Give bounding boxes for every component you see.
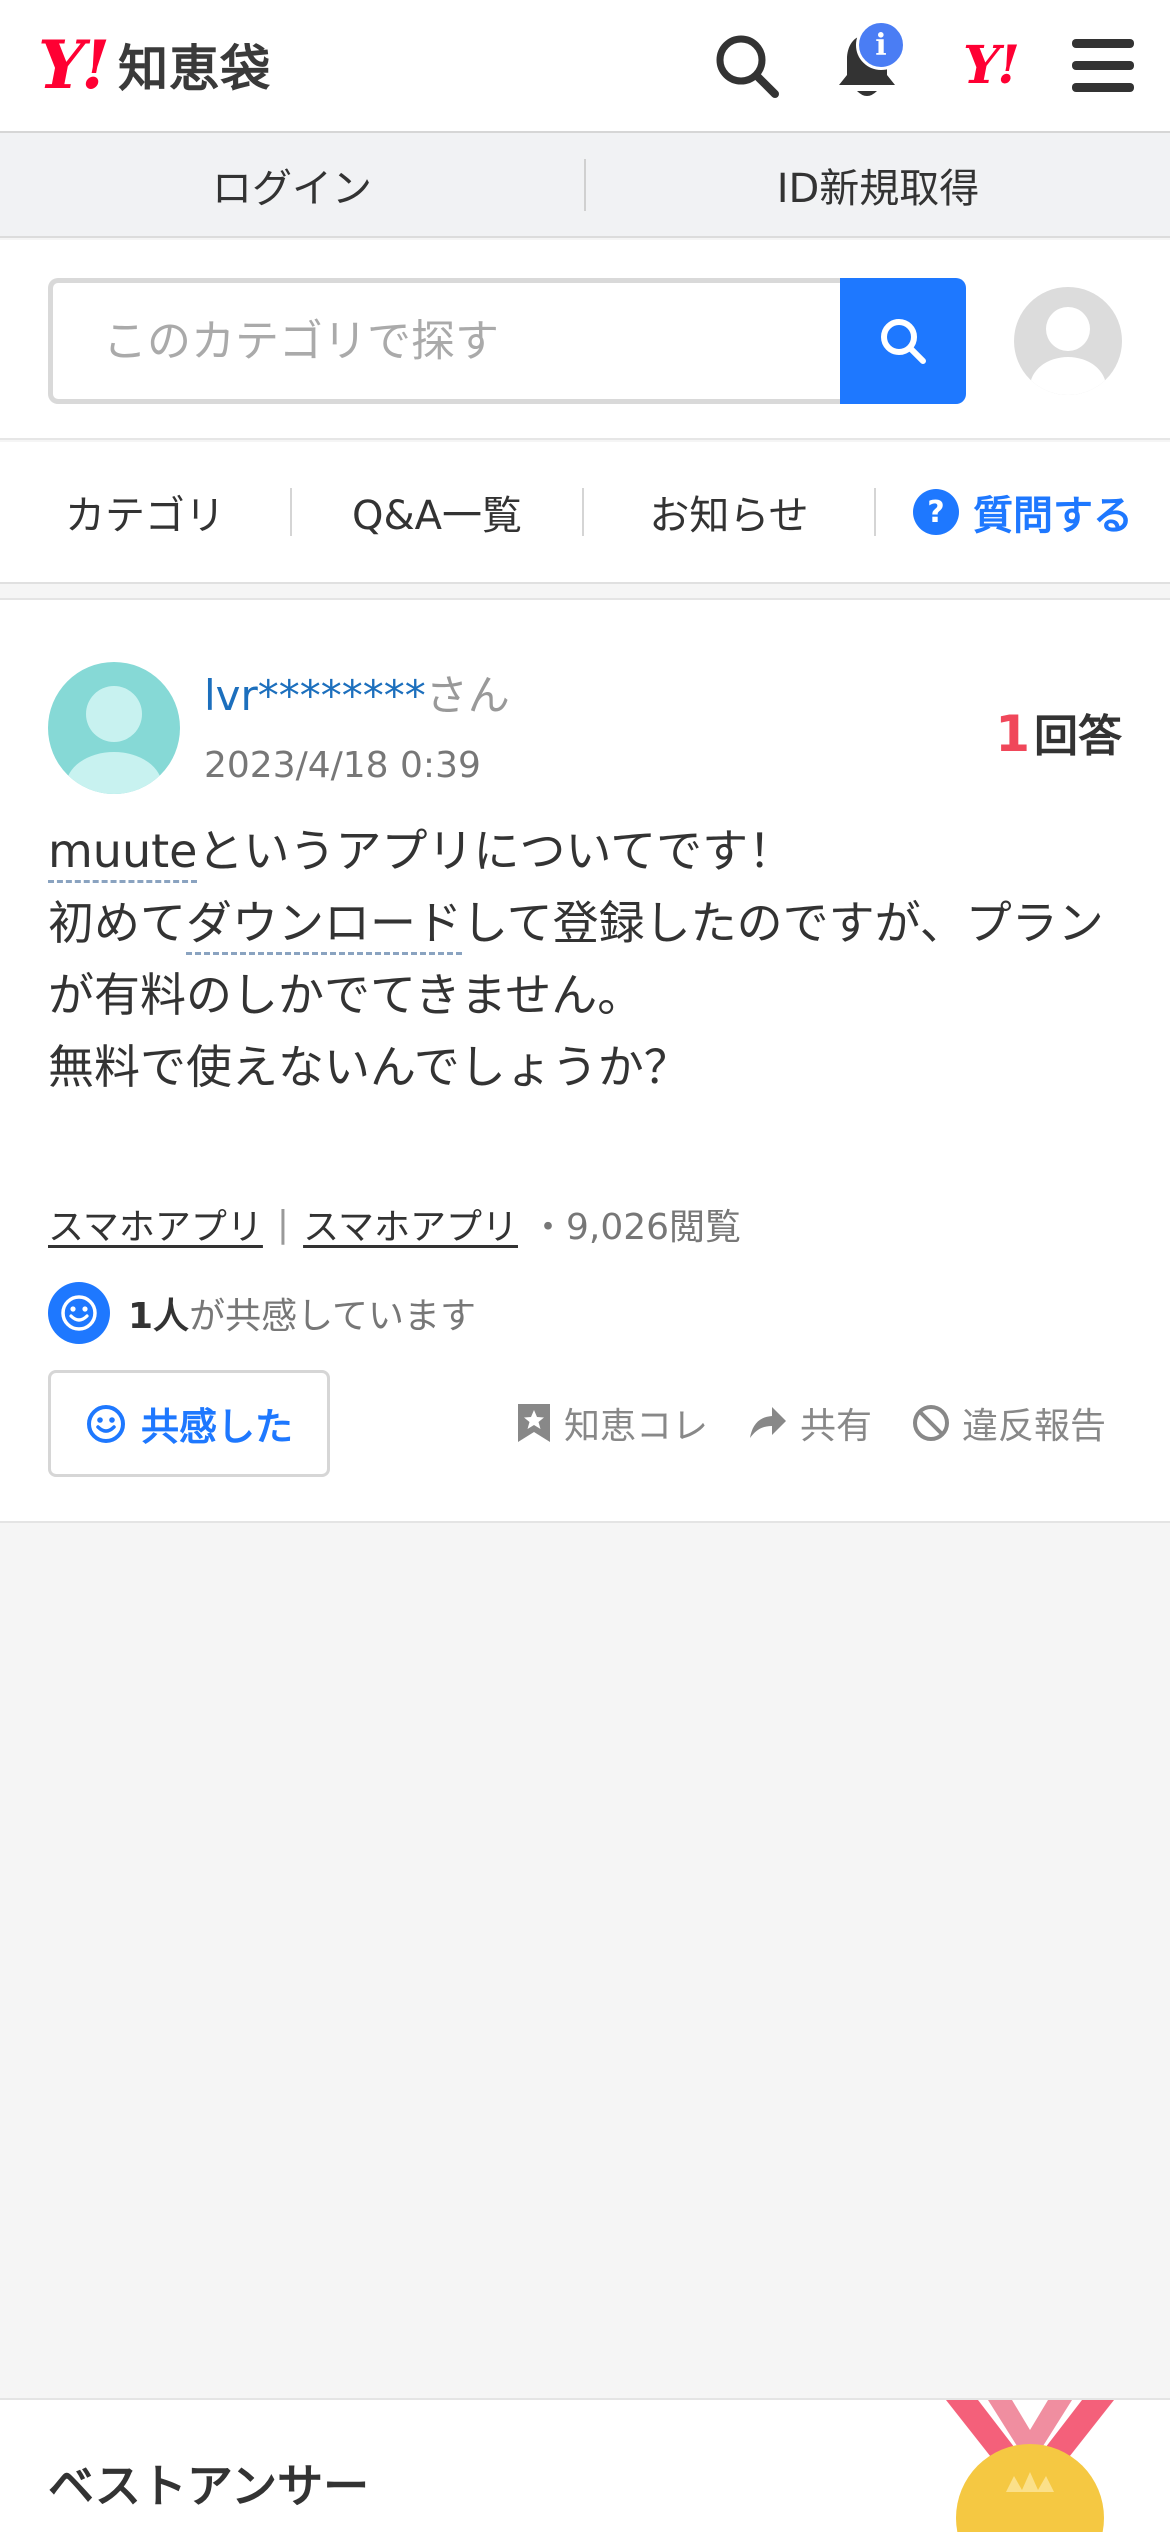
search-button[interactable] [840,278,966,404]
chiebukuro-collection-button[interactable]: 知恵コレ [516,1397,708,1449]
login-bar: ログイン ID新規取得 [0,133,1170,238]
questioner-id: lvr******** [204,671,426,720]
questioner-avatar[interactable] [48,662,180,794]
search-input[interactable] [103,315,843,367]
login-link[interactable]: ログイン [0,133,584,236]
yahoo-top-link[interactable]: Y! [950,28,1030,103]
question-categories: スマホアプリ | スマホアプリ ・9,026閲覧 [48,1198,741,1250]
default-avatar-icon [66,686,162,794]
ask-question-label: 質問する [973,493,1133,539]
question-actions: 知恵コレ 共有 違反報告 [476,1390,1106,1456]
keyword-link[interactable]: muute [48,824,198,883]
category-link[interactable]: スマホアプリ [48,1198,263,1250]
share-label: 共有 [799,1406,872,1447]
user-avatar[interactable] [1014,287,1122,395]
empathy-count-line: 1人 が共感しています [48,1282,476,1344]
logo-text: 知恵袋 [118,40,272,98]
body-text: 無料で使えないんでしょうか？ [48,1040,690,1094]
default-avatar-icon [1030,307,1106,395]
chiebukuro-collection-label: 知恵コレ [563,1406,708,1447]
honorific-suffix: さん [425,671,510,720]
body-text: というアプリについてです！ [197,824,795,878]
notification-badge: i [856,20,906,70]
app-header: Y! 知恵袋 i Y! [0,0,1170,133]
best-answer-title: ベストアンサー [48,2459,370,2513]
smile-icon [86,1404,125,1443]
register-link[interactable]: ID新規取得 [586,133,1170,236]
answer-count-label: 回答 [1034,711,1122,762]
questioner-name[interactable]: lvr********さん [204,662,510,723]
nav-category[interactable]: カテゴリ [0,442,290,582]
empathy-text: が共感しています [189,1296,476,1337]
yahoo-logo-icon: Y! [963,35,1020,96]
answer-count-number: 1 [995,705,1030,763]
body-text: 初めて [48,896,186,950]
ask-question-button[interactable]: ? 質問する [876,442,1170,582]
question-date: 2023/4/18 0:39 [204,745,481,786]
question-body: muuteというアプリについてです！ 初めてダウンロードして登録したのですが、プ… [48,815,1128,1103]
menu-button[interactable] [1068,28,1138,103]
share-arrow-icon [749,1407,786,1438]
keyword-link[interactable]: ダウンロード [186,896,462,955]
empathy-count: 1人 [128,1296,190,1337]
notification-button[interactable]: i [832,20,906,103]
best-answer-section: ベストアンサー [0,2398,1170,2532]
nav-qa-list[interactable]: Q&A一覧 [292,442,582,582]
yahoo-chiebukuro-logo[interactable]: Y! 知恵袋 [38,30,271,100]
share-button[interactable]: 共有 [748,1397,872,1449]
report-label: 違反報告 [961,1406,1106,1447]
nav-news[interactable]: お知らせ [584,442,874,582]
question-card: lvr********さん 2023/4/18 0:39 1回答 muuteとい… [0,598,1170,1523]
medal-icon [946,2400,1114,2532]
empathy-button[interactable]: 共感した [48,1370,330,1477]
category-separator: | [276,1203,290,1245]
report-button[interactable]: 違反報告 [912,1397,1106,1449]
search-row [0,240,1170,440]
view-count: ・9,026閲覧 [529,1207,742,1248]
search-icon [716,35,779,98]
empathy-button-label: 共感した [140,1405,293,1449]
search-icon [881,319,926,364]
logo-y-mark: Y! [38,26,110,104]
category-link[interactable]: スマホアプリ [303,1198,518,1250]
prohibited-icon [912,1405,949,1441]
answer-count[interactable]: 1回答 [995,700,1122,764]
hamburger-menu-icon [1072,38,1134,92]
bookmark-star-icon [517,1404,550,1442]
search-icon-button[interactable] [712,28,782,103]
smile-icon [48,1282,110,1344]
question-mark-icon: ? [913,489,959,535]
search-box [48,278,843,404]
category-nav: カテゴリ Q&A一覧 お知らせ ? 質問する [0,442,1170,584]
